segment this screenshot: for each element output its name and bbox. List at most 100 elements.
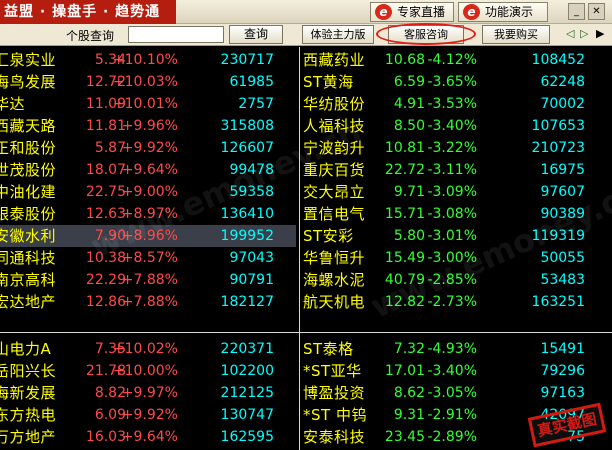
quote-row[interactable]: ST泰格 7.32 -4.93% 15491 (303, 338, 609, 360)
quote-row[interactable]: 南京高科 22.29 +7.88% 90791 (0, 269, 296, 291)
feature-demo-button[interactable]: e 功能演示 (458, 2, 548, 22)
red-circle-annotation (376, 23, 476, 45)
stock-volume: 90389 (540, 206, 585, 222)
stock-volume: 97607 (540, 184, 585, 200)
stock-volume: 163251 (531, 294, 585, 310)
quote-row[interactable]: 宁波韵升 10.81 -3.22% 210723 (303, 137, 609, 159)
expert-live-button[interactable]: e 专家直播 (370, 2, 454, 22)
prev-arrow-icon[interactable]: ◁ (566, 27, 574, 40)
stock-volume: 230717 (220, 52, 274, 68)
stock-change: +9.97% (121, 385, 178, 401)
stock-name: 重庆百货 (303, 161, 366, 179)
stock-name: 海螺水泥 (303, 271, 366, 289)
stock-volume: 182127 (220, 294, 274, 310)
stock-volume: 199952 (220, 228, 274, 244)
quote-row[interactable]: 人福科技 8.50 -3.40% 107653 (303, 115, 609, 137)
minimize-button[interactable]: _ (568, 3, 585, 20)
stock-volume: 212125 (220, 385, 274, 401)
stock-search-input[interactable] (128, 26, 224, 43)
stock-name: 岳阳兴长 (0, 362, 57, 380)
stock-volume: 162595 (220, 429, 274, 445)
stock-name: 安徽水利 (0, 227, 57, 245)
quote-row[interactable]: 世茂股份 18.07 +9.64% 99478 (0, 159, 296, 181)
quote-row[interactable]: 岳阳兴长 21.78 +10.00% 102200 (0, 360, 296, 382)
expert-live-label: 专家直播 (397, 5, 446, 19)
stock-name: *ST亚华 (303, 362, 362, 380)
quote-row[interactable]: 汇泉实业 5.34 +10.10% 230717 (0, 49, 296, 71)
quote-row[interactable]: 正和股份 5.87 +9.92% 126607 (0, 137, 296, 159)
stock-volume: 90791 (229, 272, 274, 288)
quote-row[interactable]: 东方热电 6.09 +9.92% 130747 (0, 404, 296, 426)
stock-volume: 107653 (531, 118, 585, 134)
stock-name: 中油化建 (0, 183, 57, 201)
quote-row[interactable]: 西藏天路 11.81 +9.96% 315808 (0, 115, 296, 137)
quote-row[interactable]: 华达 11.09 +10.01% 2757 (0, 93, 296, 115)
stock-change: +9.64% (121, 162, 178, 178)
quote-row[interactable]: 银泰股份 12.63 +8.97% 136410 (0, 203, 296, 225)
panel-divider-horizontal (0, 332, 612, 333)
stock-volume: 315808 (220, 118, 274, 134)
stock-name: 华纺股份 (303, 95, 366, 113)
quote-row[interactable]: 安徽水利 7.90 +8.96% 199952 (0, 225, 296, 247)
stock-volume: 59358 (229, 184, 274, 200)
stock-name: 西藏药业 (303, 51, 366, 69)
stock-volume: 136410 (220, 206, 274, 222)
stock-change: +8.96% (121, 228, 178, 244)
quote-row[interactable]: 置信电气 15.71 -3.08% 90389 (303, 203, 609, 225)
quote-row[interactable]: 海鸟发展 12.72 +10.03% 61985 (0, 71, 296, 93)
quote-row[interactable]: 宏达地产 12.86 +7.88% 182127 (0, 291, 296, 313)
quote-row[interactable]: 同通科技 10.38 +8.57% 97043 (0, 247, 296, 269)
stock-change: -3.40% (427, 118, 477, 134)
stock-name: 置信电气 (303, 205, 366, 223)
quote-row[interactable]: 重庆百货 22.72 -3.11% 16975 (303, 159, 609, 181)
stock-change: -4.12% (427, 52, 477, 68)
stock-change: +7.88% (121, 272, 178, 288)
quote-row[interactable]: 中油化建 22.75 +9.00% 59358 (0, 181, 296, 203)
stock-name: 万方地产 (0, 428, 57, 446)
stock-change: +10.01% (112, 96, 178, 112)
stock-change: -3.53% (427, 96, 477, 112)
stock-change: +10.03% (112, 74, 178, 90)
stock-name: 山电力A (0, 340, 52, 358)
stock-change: -2.73% (427, 294, 477, 310)
quote-row[interactable]: ST黄海 6.59 -3.65% 62248 (303, 71, 609, 93)
stock-volume: 97163 (540, 385, 585, 401)
stock-change: -3.08% (427, 206, 477, 222)
stock-change: -3.05% (427, 385, 477, 401)
scroll-handle-icon[interactable]: ▶ (596, 27, 604, 40)
quote-row[interactable]: 万方地产 16.03 +9.64% 162595 (0, 426, 296, 448)
stock-volume: 79296 (540, 363, 585, 379)
quote-row[interactable]: 海螺水泥 40.79 -2.85% 53483 (303, 269, 609, 291)
stock-volume: 53483 (540, 272, 585, 288)
quote-row[interactable]: 博盈投资 8.62 -3.05% 97163 (303, 382, 609, 404)
stock-name: 博盈投资 (303, 384, 366, 402)
quote-row[interactable]: ST安彩 5.80 -3.01% 119319 (303, 225, 609, 247)
stock-change: +9.64% (121, 429, 178, 445)
stock-name: 东方热电 (0, 406, 57, 424)
stock-change: +9.92% (121, 407, 178, 423)
stock-change: -3.11% (427, 162, 477, 178)
stock-name: ST安彩 (303, 227, 354, 245)
quote-row[interactable]: 海新发展 8.82 +9.97% 212125 (0, 382, 296, 404)
quote-row[interactable]: 华纺股份 4.91 -3.53% 70002 (303, 93, 609, 115)
close-button[interactable]: ✕ (588, 3, 605, 20)
quote-row[interactable]: 航天机电 12.82 -2.73% 163251 (303, 291, 609, 313)
stock-name: 正和股份 (0, 139, 57, 157)
quote-row[interactable]: *ST亚华 17.01 -3.40% 79296 (303, 360, 609, 382)
quote-row[interactable]: 交大昂立 9.71 -3.09% 97607 (303, 181, 609, 203)
next-arrow-icon[interactable]: ▷ (580, 27, 588, 40)
stock-volume: 97043 (229, 250, 274, 266)
quote-row[interactable]: 西藏药业 10.68 -4.12% 108452 (303, 49, 609, 71)
stock-volume: 70002 (540, 96, 585, 112)
quote-grid: 汇泉实业 5.34 +10.10% 230717 海鸟发展 12.72 +10.03% 619… (0, 47, 612, 450)
stock-volume: 119319 (531, 228, 585, 244)
trial-pro-button[interactable]: 体验主力版 (302, 25, 374, 44)
stock-change: +7.88% (121, 294, 178, 310)
quote-row[interactable]: 山电力A 7.35 +10.02% 220371 (0, 338, 296, 360)
purchase-button[interactable]: 我要购买 (482, 25, 550, 44)
e-icon: e (463, 4, 480, 20)
quote-row[interactable]: 华鲁恒升 15.49 -3.00% 50055 (303, 247, 609, 269)
stock-name: 宏达地产 (0, 293, 57, 311)
query-button[interactable]: 查询 (229, 25, 283, 44)
stock-change: +10.02% (112, 341, 178, 357)
